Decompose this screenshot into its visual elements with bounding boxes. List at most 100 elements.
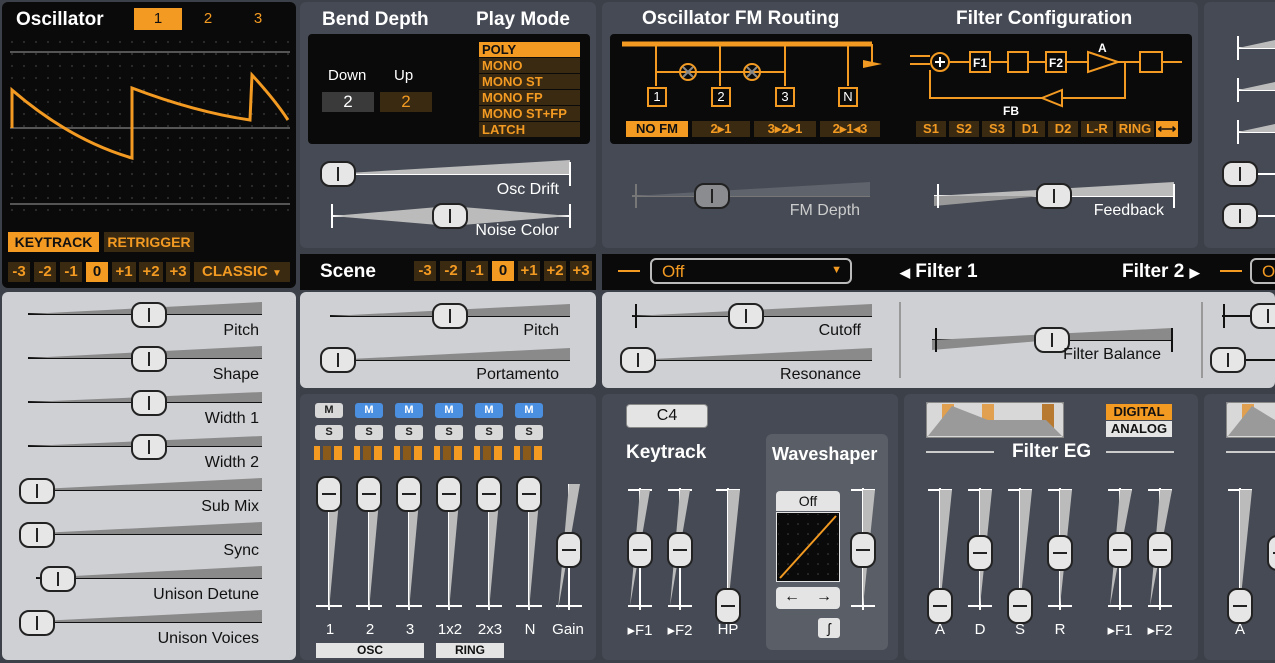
filter-eg-f1-amount-fader[interactable] <box>1107 532 1133 568</box>
noise-color-knob[interactable] <box>432 203 468 229</box>
osc-octave-0[interactable]: 0 <box>86 262 108 282</box>
solo-osc3-button[interactable]: S <box>395 425 423 440</box>
osc-octave-p1[interactable]: +1 <box>112 262 136 282</box>
bend-down-value[interactable]: 2 <box>322 92 374 112</box>
mute-osc2-button[interactable]: M <box>355 403 383 418</box>
scene-octave-m2[interactable]: -2 <box>440 261 462 281</box>
solo-osc1-button[interactable]: S <box>315 425 343 440</box>
filter2-type-dropdown[interactable]: Off <box>1250 258 1275 284</box>
solo-ring23-button[interactable]: S <box>475 425 503 440</box>
filtercfg-s2[interactable]: S2 <box>949 121 979 137</box>
filter-eg-attack-fader[interactable] <box>927 588 953 624</box>
mute-osc1-button[interactable]: M <box>315 403 343 418</box>
mute-osc3-button[interactable]: M <box>395 403 423 418</box>
osc1-level-fader[interactable] <box>316 476 342 512</box>
osc-octave-p3[interactable]: +3 <box>166 262 190 282</box>
amp-eg-attack-fader[interactable] <box>1227 588 1253 624</box>
playmode-mono-st-fp[interactable]: MONO ST+FP <box>479 106 580 121</box>
scene-octave-m1[interactable]: -1 <box>466 261 488 281</box>
playmode-latch[interactable]: LATCH <box>479 122 580 137</box>
filter2-cutoff-knob[interactable] <box>1250 303 1275 329</box>
filter2-resonance-knob[interactable] <box>1210 347 1246 373</box>
bend-up-value[interactable]: 2 <box>380 92 432 112</box>
filter1-type-dropdown[interactable]: Off ▼ <box>650 258 852 284</box>
osc-octave-m1[interactable]: -1 <box>60 262 82 282</box>
gain-fader[interactable] <box>556 532 582 568</box>
keytrack-toggle[interactable]: KEYTRACK <box>8 232 99 252</box>
playmode-mono-st[interactable]: MONO ST <box>479 74 580 89</box>
ring23-level-fader[interactable] <box>476 476 502 512</box>
keytrack-root-note[interactable]: C4 <box>626 404 708 428</box>
scene-octave-m3[interactable]: -3 <box>414 261 436 281</box>
playmode-mono[interactable]: MONO <box>479 58 580 73</box>
keytrack-f1-fader[interactable] <box>627 532 653 568</box>
scene-pitch-knob[interactable] <box>432 303 468 329</box>
osc-tab-2[interactable]: 2 <box>184 8 232 30</box>
amp-side-knob-2[interactable] <box>1222 203 1258 229</box>
scene-octave-p3[interactable]: +3 <box>570 261 592 281</box>
osc3-level-fader[interactable] <box>396 476 422 512</box>
filtercfg-lr[interactable]: L-R <box>1081 121 1113 137</box>
cutoff-knob[interactable] <box>728 303 764 329</box>
osc-octave-m3[interactable]: -3 <box>8 262 30 282</box>
submix-knob[interactable] <box>19 478 55 504</box>
scene-octave-p1[interactable]: +1 <box>518 261 540 281</box>
filter-eg-digital[interactable]: DIGITAL <box>1106 404 1172 420</box>
feedback-knob[interactable] <box>1036 183 1072 209</box>
filter-eg-analog[interactable]: ANALOG <box>1106 421 1172 437</box>
portamento-knob[interactable] <box>320 347 356 373</box>
filter-eg-sustain-fader[interactable] <box>1007 588 1033 624</box>
filtercfg-s3[interactable]: S3 <box>982 121 1012 137</box>
fm-route-3-2-1[interactable]: 3▸2▸1 <box>754 121 816 137</box>
osc-drift-knob[interactable] <box>320 161 356 187</box>
unison-voices-knob[interactable] <box>19 610 55 636</box>
noise-level-fader[interactable] <box>516 476 542 512</box>
fm-route-2-1-3[interactable]: 2▸1◂3 <box>820 121 880 137</box>
waveshaper-type-button[interactable]: Off <box>776 491 840 511</box>
solo-osc2-button[interactable]: S <box>355 425 383 440</box>
osc-tab-1[interactable]: 1 <box>134 8 182 30</box>
arrow-right-icon[interactable]: → <box>816 588 832 606</box>
fm-route-nofm[interactable]: NO FM <box>626 121 688 137</box>
solo-noise-button[interactable]: S <box>515 425 543 440</box>
unison-detune-knob[interactable] <box>40 566 76 592</box>
retrigger-toggle[interactable]: RETRIGGER <box>104 232 194 252</box>
keytrack-f2-fader[interactable] <box>667 532 693 568</box>
shape-knob[interactable] <box>131 346 167 372</box>
fm-route-2-1[interactable]: 2▸1 <box>692 121 750 137</box>
filtercfg-ring[interactable]: RING <box>1116 121 1154 137</box>
mute-noise-button[interactable]: M <box>515 403 543 418</box>
solo-ring12-button[interactable]: S <box>435 425 463 440</box>
resonance-knob[interactable] <box>620 347 656 373</box>
arrow-left-icon[interactable]: ← <box>784 588 800 606</box>
waveshaper-drive-fader[interactable] <box>850 532 876 568</box>
mute-ring23-button[interactable]: M <box>475 403 503 418</box>
playmode-poly[interactable]: POLY <box>479 42 580 57</box>
filtercfg-s1[interactable]: S1 <box>916 121 946 137</box>
filter-eg-decay-fader[interactable] <box>967 535 993 571</box>
osc2-level-fader[interactable] <box>356 476 382 512</box>
amp-side-knob-1[interactable] <box>1222 161 1258 187</box>
ring12-level-fader[interactable] <box>436 476 462 512</box>
filtercfg-d1[interactable]: D1 <box>1015 121 1045 137</box>
filter2-selector[interactable]: Filter 2 ▶ <box>1122 261 1200 283</box>
width2-knob[interactable] <box>131 434 167 460</box>
filter-eg-f2-amount-fader[interactable] <box>1147 532 1173 568</box>
osc-octave-m2[interactable]: -2 <box>34 262 56 282</box>
filter-eg-release-fader[interactable] <box>1047 535 1073 571</box>
sync-knob[interactable] <box>19 522 55 548</box>
pitch-knob[interactable] <box>131 302 167 328</box>
filtercfg-swap-icon[interactable]: ⟷ <box>1156 121 1178 137</box>
filtercfg-d2[interactable]: D2 <box>1048 121 1078 137</box>
mute-ring12-button[interactable]: M <box>435 403 463 418</box>
width1-knob[interactable] <box>131 390 167 416</box>
highpass-fader[interactable] <box>715 588 741 624</box>
fm-depth-knob[interactable] <box>694 183 730 209</box>
osc-tab-3[interactable]: 3 <box>234 8 282 30</box>
scene-octave-0[interactable]: 0 <box>492 261 514 281</box>
scene-octave-p2[interactable]: +2 <box>544 261 566 281</box>
osc-type-dropdown[interactable]: CLASSIC ▼ <box>194 262 290 282</box>
playmode-mono-fp[interactable]: MONO FP <box>479 90 580 105</box>
amp-eg-decay-fader[interactable] <box>1267 535 1275 571</box>
osc-octave-p2[interactable]: +2 <box>139 262 163 282</box>
